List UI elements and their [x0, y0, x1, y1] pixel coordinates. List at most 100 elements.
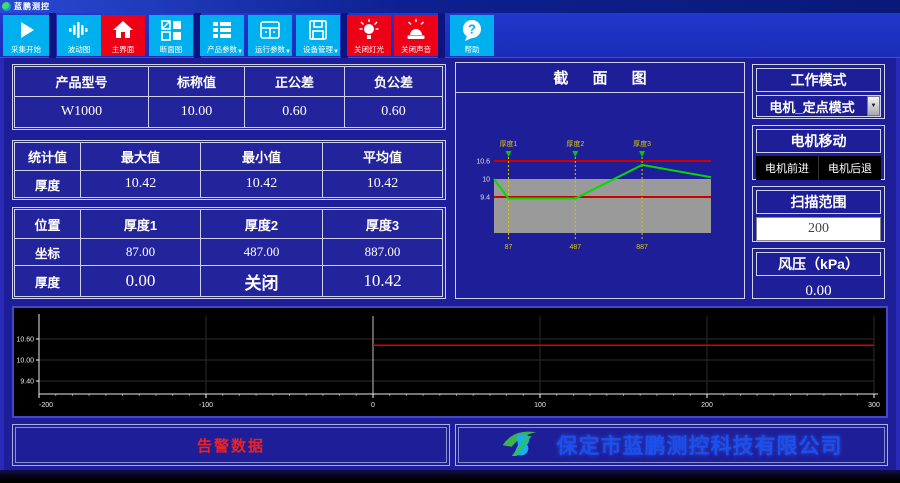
product-table-header: 标称值	[148, 66, 245, 97]
company-box: 保定市蓝鹏测控科技有限公司	[455, 424, 888, 466]
alarm-sound-toggle-button[interactable]: 关闭声音	[394, 15, 438, 56]
position-header-1: 厚度1	[80, 209, 201, 239]
svg-text:10.00: 10.00	[16, 358, 34, 365]
toolbar-separator	[438, 13, 445, 58]
svg-text:10: 10	[482, 177, 490, 184]
stats-table: 统计值 最大值 最小值 平均值 厚度 10.42 10.42 10.42	[12, 140, 446, 200]
alarm-data-box: 告警数据	[12, 424, 450, 466]
toolbar-separator	[49, 13, 56, 58]
svg-text:100: 100	[534, 402, 546, 409]
titlebar: 蓝鹏测控	[0, 0, 900, 13]
product-model-value: W1000	[14, 96, 149, 128]
chevron-down-icon: ▼	[237, 49, 243, 55]
play-icon	[14, 18, 38, 42]
waveform-icon	[67, 18, 91, 42]
stats-header-min: 最小值	[200, 142, 323, 171]
product-table-header: 正公差	[244, 66, 345, 97]
minus-tolerance-value: 0.60	[344, 96, 443, 128]
svg-text:200: 200	[701, 402, 713, 409]
chevron-down-icon: ▼	[285, 49, 291, 55]
air-pressure-value: 0.00	[756, 279, 881, 303]
svg-text:887: 887	[636, 244, 648, 251]
svg-text:厚度3: 厚度3	[633, 139, 651, 148]
min-thickness-value: 10.42	[200, 170, 323, 198]
scan-range-title: 扫描范围	[756, 190, 881, 214]
position-table: 位置 厚度1 厚度2 厚度3 坐标 87.00 487.00 887.00 厚度…	[12, 207, 446, 299]
grid-icon	[159, 18, 183, 42]
product-table: 产品型号 标称值 正公差 负公差 W1000 10.00 0.60 0.60	[12, 64, 446, 130]
avg-thickness-value: 10.42	[322, 170, 443, 198]
trend-chart: 10.60 10.00 9.40 -200 -100 0 100 200 300	[12, 306, 888, 418]
thickness-value-1: 0.00	[80, 265, 201, 297]
app-window: 蓝鹏测控 采集开始 波动图 主界面	[0, 0, 900, 483]
plus-tolerance-value: 0.60	[244, 96, 345, 128]
cross-section-button[interactable]: 断面图	[149, 15, 193, 56]
svg-text:?: ?	[468, 22, 476, 37]
app-logo-icon	[2, 2, 11, 11]
scan-range-box: 扫描范围	[752, 186, 885, 242]
motor-forward-button[interactable]: 电机前进	[756, 156, 819, 180]
position-corner-label: 位置	[14, 209, 81, 239]
window-bottom-edge	[0, 470, 900, 483]
device-icon	[306, 18, 330, 42]
svg-text:-100: -100	[199, 402, 213, 409]
motor-move-title: 电机移动	[756, 129, 881, 153]
coord-value-2: 487.00	[200, 238, 323, 266]
svg-text:300: 300	[868, 402, 880, 409]
svg-text:9.4: 9.4	[480, 195, 490, 202]
home-icon	[111, 18, 135, 42]
coord-row-label: 坐标	[14, 238, 81, 266]
alarm-light-toggle-button[interactable]: 关闭灯光	[347, 15, 391, 56]
motor-move-box: 电机移动 电机前进 电机后退	[752, 125, 885, 180]
nominal-value: 10.00	[148, 96, 245, 128]
svg-text:87: 87	[505, 244, 513, 251]
svg-text:0: 0	[371, 402, 375, 409]
svg-text:厚度2: 厚度2	[566, 139, 584, 148]
window-title: 蓝鹏测控	[14, 1, 50, 12]
air-pressure-title: 风压（kPa）	[756, 252, 881, 276]
start-collect-button[interactable]: 采集开始	[3, 15, 49, 56]
thickness-value-3: 10.42	[322, 265, 443, 297]
siren-icon	[404, 18, 428, 42]
run-params-button[interactable]: 运行参数 ▼	[248, 15, 292, 56]
svg-text:10.6: 10.6	[476, 159, 490, 166]
coord-value-1: 87.00	[80, 238, 201, 266]
svg-text:-200: -200	[39, 402, 53, 409]
form-icon	[258, 18, 282, 42]
stats-corner-label: 统计值	[14, 142, 81, 171]
chevron-down-icon: ▼	[333, 49, 339, 55]
window-edge	[896, 58, 900, 470]
thickness-value-2: 关闭	[200, 265, 323, 297]
product-params-button[interactable]: 产品参数 ▼	[200, 15, 244, 56]
product-table-header: 负公差	[344, 66, 443, 97]
air-pressure-box: 风压（kPa） 0.00	[752, 248, 885, 299]
work-mode-box: 工作模式 电机_定点模式 ▼	[752, 64, 885, 119]
device-manage-button[interactable]: 设备管理 ▼	[296, 15, 340, 56]
section-chart-panel: 截 面 图 10.6109.4厚度187厚度2487厚度3887	[455, 62, 745, 299]
scan-range-input[interactable]	[756, 217, 881, 241]
window-edge	[0, 58, 4, 470]
company-logo-icon	[501, 427, 547, 464]
help-button[interactable]: ? 帮助	[450, 15, 494, 56]
stats-header-avg: 平均值	[322, 142, 443, 171]
svg-text:10.60: 10.60	[16, 337, 34, 344]
svg-text:9.40: 9.40	[20, 379, 34, 386]
work-mode-selected-value: 电机_定点模式	[757, 97, 867, 116]
list-icon	[210, 18, 234, 42]
product-table-header: 产品型号	[14, 66, 149, 97]
section-chart-plot: 10.6109.4厚度187厚度2487厚度3887	[456, 93, 744, 298]
company-name: 保定市蓝鹏测控科技有限公司	[557, 430, 843, 460]
svg-text:厚度1: 厚度1	[500, 139, 518, 148]
work-mode-select[interactable]: 电机_定点模式 ▼	[756, 95, 881, 117]
section-chart-title: 截 面 图	[456, 63, 744, 93]
work-mode-dropdown-arrow-icon[interactable]: ▼	[867, 96, 880, 116]
position-header-3: 厚度3	[322, 209, 443, 239]
alarm-data-label: 告警数据	[197, 435, 265, 456]
motor-backward-button[interactable]: 电机后退	[819, 156, 881, 180]
thickness-row-label: 厚度	[14, 265, 81, 297]
stats-header-max: 最大值	[80, 142, 201, 171]
work-mode-title: 工作模式	[756, 68, 881, 92]
toolbar: 采集开始 波动图 主界面	[0, 13, 900, 58]
wave-chart-button[interactable]: 波动图	[57, 15, 101, 56]
main-screen-button[interactable]: 主界面	[101, 15, 145, 56]
